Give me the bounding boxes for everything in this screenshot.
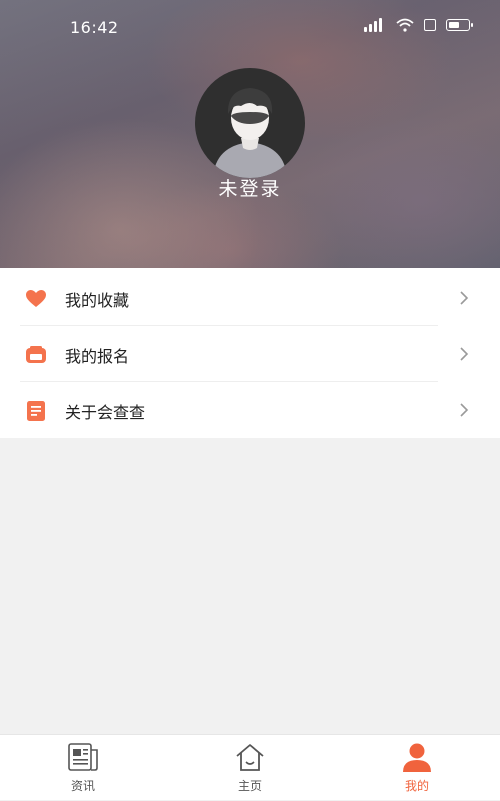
sim-icon: [424, 19, 436, 31]
nav-item-home[interactable]: 主页: [200, 735, 300, 801]
nav-label: 资讯: [70, 779, 95, 793]
news-icon: [68, 743, 98, 771]
nav-item-news[interactable]: 资讯: [33, 735, 133, 801]
status-time: 16:42: [70, 18, 119, 37]
status-bar: 16:42: [0, 0, 500, 56]
profile-header: 16:42 未登录: [0, 0, 500, 268]
profile-icon: [403, 743, 431, 772]
home-icon: [236, 744, 264, 771]
chevron-right-icon: [460, 403, 469, 417]
heart-icon: [26, 290, 46, 307]
chevron-right-icon: [460, 291, 469, 305]
nav-label: 我的: [404, 779, 429, 793]
menu-item-favorites[interactable]: 我的收藏: [0, 270, 500, 326]
bottom-nav: 资讯 主页 我的: [0, 734, 500, 800]
register-icon: [26, 346, 46, 363]
menu-item-registrations[interactable]: 我的报名: [0, 326, 500, 382]
user-placeholder-icon: [213, 88, 287, 178]
nav-label: 主页: [237, 779, 262, 793]
chevron-right-icon: [460, 347, 469, 361]
wifi-icon: [396, 18, 414, 32]
signal-icon: [364, 18, 386, 32]
menu-item-label: 关于会查查: [65, 403, 146, 422]
profile-menu: 我的收藏 我的报名 关于会查查: [0, 268, 500, 438]
nav-item-profile[interactable]: 我的: [367, 735, 467, 801]
login-status-text[interactable]: 未登录: [0, 174, 500, 201]
avatar[interactable]: [195, 68, 305, 178]
menu-item-label: 我的报名: [65, 347, 130, 366]
menu-item-about[interactable]: 关于会查查: [0, 382, 500, 438]
battery-icon: [446, 19, 473, 31]
menu-item-label: 我的收藏: [65, 291, 130, 310]
document-icon: [27, 401, 45, 421]
status-icons: [364, 18, 473, 32]
